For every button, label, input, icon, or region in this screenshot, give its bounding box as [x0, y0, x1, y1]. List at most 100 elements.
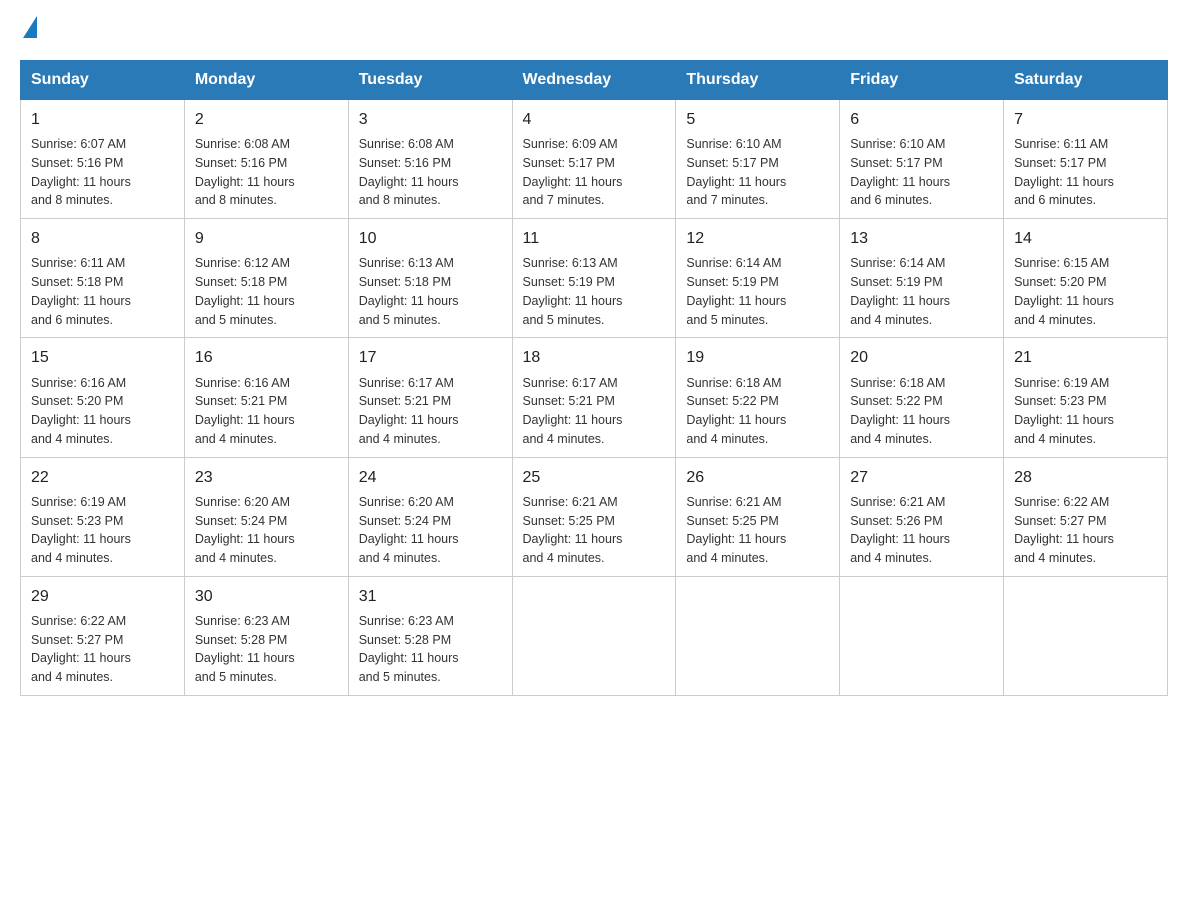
calendar-week-row: 1 Sunrise: 6:07 AMSunset: 5:16 PMDaylight… [21, 100, 1168, 219]
day-info: Sunrise: 6:08 AMSunset: 5:16 PMDaylight:… [195, 135, 338, 210]
calendar-week-row: 8Sunrise: 6:11 AMSunset: 5:18 PMDaylight… [21, 219, 1168, 338]
calendar-day-cell: 21Sunrise: 6:19 AMSunset: 5:23 PMDayligh… [1004, 338, 1168, 457]
day-info: Sunrise: 6:09 AMSunset: 5:17 PMDaylight:… [523, 135, 666, 210]
calendar-table: SundayMondayTuesdayWednesdayThursdayFrid… [20, 60, 1168, 696]
calendar-day-cell: 7 Sunrise: 6:11 AMSunset: 5:17 PMDaylight… [1004, 100, 1168, 219]
day-info: Sunrise: 6:21 AMSunset: 5:25 PMDaylight:… [523, 493, 666, 568]
day-of-week-header: Monday [184, 61, 348, 100]
calendar-day-cell: 25 Sunrise: 6:21 AMSunset: 5:25 PMDayligh… [512, 457, 676, 576]
calendar-day-cell: 4 Sunrise: 6:09 AMSunset: 5:17 PMDaylight… [512, 100, 676, 219]
day-info: Sunrise: 6:18 AMSunset: 5:22 PMDaylight:… [850, 374, 993, 449]
calendar-day-cell: 3 Sunrise: 6:08 AMSunset: 5:16 PMDaylight… [348, 100, 512, 219]
calendar-week-row: 22 Sunrise: 6:19 AMSunset: 5:23 PMDayligh… [21, 457, 1168, 576]
day-info: Sunrise: 6:10 AMSunset: 5:17 PMDaylight:… [686, 135, 829, 210]
day-number: 23 [195, 466, 338, 489]
calendar-day-cell: 29Sunrise: 6:22 AMSunset: 5:27 PMDayligh… [21, 576, 185, 695]
day-of-week-header: Tuesday [348, 61, 512, 100]
day-number: 6 [850, 108, 993, 131]
calendar-day-cell: 12 Sunrise: 6:14 AMSunset: 5:19 PMDayligh… [676, 219, 840, 338]
day-info: Sunrise: 6:18 AMSunset: 5:22 PMDaylight:… [686, 374, 829, 449]
calendar-day-cell: 26 Sunrise: 6:21 AMSunset: 5:25 PMDayligh… [676, 457, 840, 576]
day-number: 25 [523, 466, 666, 489]
calendar-day-cell: 22 Sunrise: 6:19 AMSunset: 5:23 PMDayligh… [21, 457, 185, 576]
day-number: 20 [850, 346, 993, 369]
day-info: Sunrise: 6:19 AMSunset: 5:23 PMDaylight:… [31, 493, 174, 568]
day-number: 24 [359, 466, 502, 489]
day-number: 16 [195, 346, 338, 369]
page-header [20, 20, 1168, 42]
day-of-week-header: Sunday [21, 61, 185, 100]
day-number: 15 [31, 346, 174, 369]
day-of-week-header: Wednesday [512, 61, 676, 100]
day-number: 14 [1014, 227, 1157, 250]
day-info: Sunrise: 6:22 AMSunset: 5:27 PMDaylight:… [31, 612, 174, 687]
day-number: 21 [1014, 346, 1157, 369]
day-number: 27 [850, 466, 993, 489]
calendar-day-cell: 17Sunrise: 6:17 AMSunset: 5:21 PMDayligh… [348, 338, 512, 457]
day-info: Sunrise: 6:14 AMSunset: 5:19 PMDaylight:… [850, 254, 993, 329]
day-number: 10 [359, 227, 502, 250]
calendar-week-row: 29Sunrise: 6:22 AMSunset: 5:27 PMDayligh… [21, 576, 1168, 695]
day-info: Sunrise: 6:08 AMSunset: 5:16 PMDaylight:… [359, 135, 502, 210]
day-number: 28 [1014, 466, 1157, 489]
day-number: 4 [523, 108, 666, 131]
day-info: Sunrise: 6:20 AMSunset: 5:24 PMDaylight:… [359, 493, 502, 568]
day-number: 3 [359, 108, 502, 131]
calendar-header-row: SundayMondayTuesdayWednesdayThursdayFrid… [21, 61, 1168, 100]
calendar-day-cell: 10 Sunrise: 6:13 AMSunset: 5:18 PMDayligh… [348, 219, 512, 338]
calendar-day-cell [840, 576, 1004, 695]
day-number: 13 [850, 227, 993, 250]
calendar-day-cell: 8Sunrise: 6:11 AMSunset: 5:18 PMDaylight… [21, 219, 185, 338]
day-info: Sunrise: 6:12 AMSunset: 5:18 PMDaylight:… [195, 254, 338, 329]
day-info: Sunrise: 6:16 AMSunset: 5:21 PMDaylight:… [195, 374, 338, 449]
calendar-day-cell: 28 Sunrise: 6:22 AMSunset: 5:27 PMDayligh… [1004, 457, 1168, 576]
day-number: 12 [686, 227, 829, 250]
day-info: Sunrise: 6:23 AMSunset: 5:28 PMDaylight:… [195, 612, 338, 687]
day-info: Sunrise: 6:14 AMSunset: 5:19 PMDaylight:… [686, 254, 829, 329]
day-info: Sunrise: 6:13 AMSunset: 5:18 PMDaylight:… [359, 254, 502, 329]
day-of-week-header: Friday [840, 61, 1004, 100]
logo [20, 20, 37, 42]
day-number: 18 [523, 346, 666, 369]
day-number: 2 [195, 108, 338, 131]
day-info: Sunrise: 6:16 AMSunset: 5:20 PMDaylight:… [31, 374, 174, 449]
calendar-day-cell: 13 Sunrise: 6:14 AMSunset: 5:19 PMDayligh… [840, 219, 1004, 338]
calendar-day-cell: 20 Sunrise: 6:18 AMSunset: 5:22 PMDayligh… [840, 338, 1004, 457]
day-info: Sunrise: 6:07 AMSunset: 5:16 PMDaylight:… [31, 135, 174, 210]
calendar-day-cell: 23Sunrise: 6:20 AMSunset: 5:24 PMDayligh… [184, 457, 348, 576]
day-info: Sunrise: 6:17 AMSunset: 5:21 PMDaylight:… [359, 374, 502, 449]
calendar-week-row: 15 Sunrise: 6:16 AMSunset: 5:20 PMDayligh… [21, 338, 1168, 457]
calendar-day-cell: 14 Sunrise: 6:15 AMSunset: 5:20 PMDayligh… [1004, 219, 1168, 338]
calendar-day-cell: 16 Sunrise: 6:16 AMSunset: 5:21 PMDayligh… [184, 338, 348, 457]
day-number: 22 [31, 466, 174, 489]
day-number: 19 [686, 346, 829, 369]
day-info: Sunrise: 6:22 AMSunset: 5:27 PMDaylight:… [1014, 493, 1157, 568]
day-info: Sunrise: 6:21 AMSunset: 5:25 PMDaylight:… [686, 493, 829, 568]
day-info: Sunrise: 6:15 AMSunset: 5:20 PMDaylight:… [1014, 254, 1157, 329]
calendar-day-cell: 19 Sunrise: 6:18 AMSunset: 5:22 PMDayligh… [676, 338, 840, 457]
day-number: 9 [195, 227, 338, 250]
calendar-day-cell: 1 Sunrise: 6:07 AMSunset: 5:16 PMDaylight… [21, 100, 185, 219]
calendar-day-cell: 9 Sunrise: 6:12 AMSunset: 5:18 PMDaylight… [184, 219, 348, 338]
calendar-day-cell [1004, 576, 1168, 695]
day-number: 31 [359, 585, 502, 608]
calendar-day-cell [512, 576, 676, 695]
day-number: 26 [686, 466, 829, 489]
calendar-day-cell: 11Sunrise: 6:13 AMSunset: 5:19 PMDayligh… [512, 219, 676, 338]
day-info: Sunrise: 6:11 AMSunset: 5:18 PMDaylight:… [31, 254, 174, 329]
day-info: Sunrise: 6:10 AMSunset: 5:17 PMDaylight:… [850, 135, 993, 210]
calendar-day-cell: 24 Sunrise: 6:20 AMSunset: 5:24 PMDayligh… [348, 457, 512, 576]
day-info: Sunrise: 6:23 AMSunset: 5:28 PMDaylight:… [359, 612, 502, 687]
day-of-week-header: Saturday [1004, 61, 1168, 100]
calendar-day-cell: 27Sunrise: 6:21 AMSunset: 5:26 PMDayligh… [840, 457, 1004, 576]
day-number: 1 [31, 108, 174, 131]
logo-arrow-icon [23, 16, 37, 38]
calendar-day-cell: 2 Sunrise: 6:08 AMSunset: 5:16 PMDaylight… [184, 100, 348, 219]
day-info: Sunrise: 6:13 AMSunset: 5:19 PMDaylight:… [523, 254, 666, 329]
day-info: Sunrise: 6:11 AMSunset: 5:17 PMDaylight:… [1014, 135, 1157, 210]
calendar-day-cell [676, 576, 840, 695]
day-number: 7 [1014, 108, 1157, 131]
day-number: 30 [195, 585, 338, 608]
day-info: Sunrise: 6:17 AMSunset: 5:21 PMDaylight:… [523, 374, 666, 449]
calendar-day-cell: 30 Sunrise: 6:23 AMSunset: 5:28 PMDayligh… [184, 576, 348, 695]
